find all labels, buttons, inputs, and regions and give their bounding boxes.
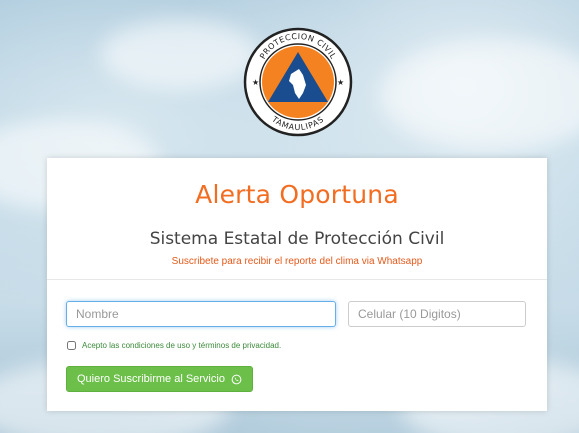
subscribe-button-label: Quiero Suscribirme al Servicio	[77, 373, 225, 385]
cloud	[100, 20, 260, 90]
name-input[interactable]	[66, 301, 336, 327]
proteccion-civil-logo: PROTECCION CIVIL TAMAULIPAS ★ ★	[243, 27, 353, 137]
star-icon: ★	[337, 78, 344, 87]
cloud	[380, 40, 579, 150]
terms-label: Acepto las condiciones de uso y términos…	[82, 341, 282, 350]
divider	[47, 279, 547, 280]
subscribe-button[interactable]: Quiero Suscribirme al Servicio	[66, 366, 253, 392]
terms-checkbox-row[interactable]: Acepto las condiciones de uso y términos…	[67, 341, 281, 350]
tagline: Suscribete para recibir el reporte del c…	[171, 256, 423, 267]
page-subtitle: Sistema Estatal de Protección Civil	[149, 229, 445, 249]
phone-input[interactable]	[348, 301, 526, 327]
whatsapp-icon	[231, 374, 242, 385]
star-icon: ★	[252, 78, 259, 87]
page-background: PROTECCION CIVIL TAMAULIPAS ★ ★ Alerta O…	[0, 0, 579, 433]
terms-checkbox[interactable]	[67, 341, 76, 350]
subscription-card: Alerta Oportuna Sistema Estatal de Prote…	[47, 158, 547, 411]
page-title: Alerta Oportuna	[195, 180, 399, 209]
